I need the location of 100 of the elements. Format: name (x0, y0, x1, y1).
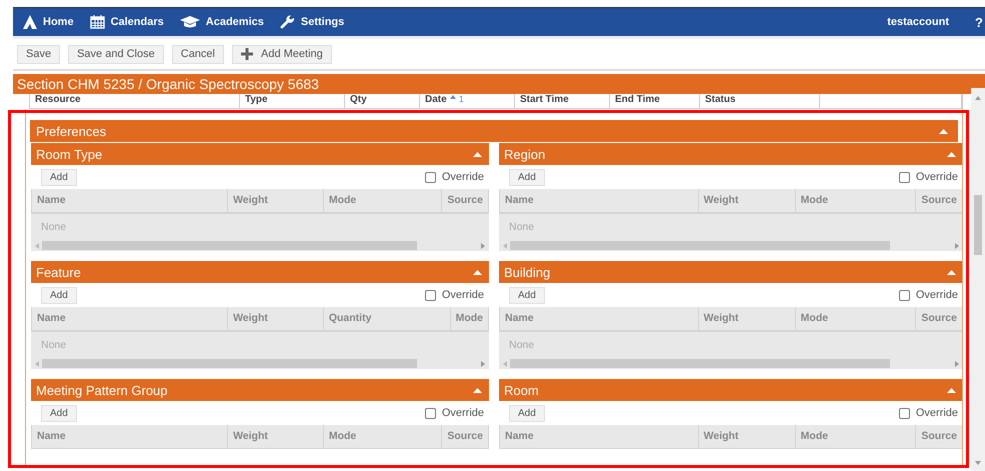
column-header[interactable]: Name (500, 425, 699, 448)
column-header[interactable]: Type (245, 94, 268, 105)
column-header[interactable]: Weight (698, 307, 796, 330)
column-header[interactable]: Weight (228, 425, 324, 448)
column-header[interactable]: Start Time (520, 94, 569, 105)
arrow-right-icon[interactable] (955, 360, 959, 366)
column-header[interactable]: Weight (698, 189, 796, 212)
arrow-right-icon[interactable] (955, 242, 959, 248)
column-header[interactable]: Source (442, 425, 488, 448)
help-button[interactable]: ? (975, 14, 985, 30)
column-header[interactable]: Source (916, 189, 962, 212)
add-button[interactable]: Add (509, 404, 545, 422)
empty-message: None (41, 339, 66, 351)
override-label: Override (916, 171, 958, 183)
panel-title: Region (504, 146, 546, 162)
column-header[interactable]: Weight (698, 425, 796, 448)
column-header[interactable]: Name (500, 189, 699, 212)
caret-icon[interactable] (473, 152, 482, 156)
arrow-down-icon[interactable] (975, 461, 981, 465)
add-button[interactable]: Add (41, 404, 77, 422)
nav-link[interactable]: Calendars (110, 16, 164, 28)
plus-icon (241, 48, 253, 60)
arrow-right-icon[interactable] (481, 242, 485, 248)
column-header[interactable]: Resource (35, 94, 81, 105)
panel-header[interactable]: Building (499, 261, 962, 283)
scrollbar-thumb[interactable] (974, 195, 982, 255)
override-checkbox[interactable] (424, 290, 436, 300)
column-header[interactable]: Mode (796, 189, 916, 212)
caret-icon[interactable] (947, 270, 956, 274)
panel-title: Building (504, 264, 550, 280)
scrollbar-thumb[interactable] (510, 241, 890, 250)
column-header[interactable]: Source (442, 189, 488, 212)
override-checkbox[interactable] (898, 172, 910, 182)
column-header[interactable]: Name (500, 307, 699, 330)
override-checkbox[interactable] (424, 172, 436, 182)
empty-message: None (509, 339, 534, 351)
add-button[interactable]: Add (509, 286, 545, 304)
column-header[interactable]: Date (425, 94, 447, 105)
section-heading: Preferences (36, 124, 106, 138)
section-header[interactable]: Preferences (30, 120, 958, 142)
arrow-left-icon[interactable] (503, 242, 507, 248)
arrow-left-icon[interactable] (503, 360, 507, 366)
column-header[interactable]: Quantity (324, 307, 451, 330)
panel-title: Feature (36, 264, 81, 280)
toolbar-button[interactable]: Save and Close (68, 44, 164, 64)
empty-message: None (509, 221, 534, 233)
caret-icon[interactable] (947, 152, 956, 156)
column-header[interactable]: Qty (350, 94, 367, 105)
nav-link[interactable]: Settings (300, 16, 344, 28)
column-header[interactable]: Name (32, 425, 228, 448)
caret-icon[interactable] (939, 128, 948, 134)
override-checkbox[interactable] (898, 408, 910, 418)
column-header[interactable]: Weight (228, 189, 324, 212)
column-header[interactable]: Mode (796, 307, 916, 330)
arrow-up-icon[interactable] (975, 96, 981, 100)
column-header[interactable]: Mode (324, 425, 442, 448)
scrollbar-thumb[interactable] (510, 359, 890, 368)
add-button[interactable]: Add (41, 168, 77, 186)
column-header[interactable]: Source (916, 307, 962, 330)
column-header[interactable]: Weight (228, 307, 324, 330)
override-label: Override (916, 289, 958, 301)
caret-icon[interactable] (947, 388, 956, 392)
caret-icon[interactable] (473, 388, 482, 392)
column-header[interactable]: Name (32, 189, 228, 212)
nav-link[interactable]: Home (43, 16, 74, 28)
override-label: Override (916, 407, 958, 419)
panel-header[interactable]: Feature (31, 261, 489, 283)
caret-icon[interactable] (473, 270, 482, 274)
user-menu[interactable]: testaccount (887, 16, 949, 28)
scrollbar-thumb[interactable] (42, 359, 417, 368)
toolbar-button[interactable]: Cancel (172, 44, 224, 64)
column-header[interactable]: Mode (450, 307, 488, 330)
add-button[interactable]: Add (509, 168, 545, 186)
panel-title: Room (504, 382, 539, 398)
override-label: Override (442, 171, 484, 183)
column-header[interactable]: Source (916, 425, 962, 448)
toolbar-button[interactable]: Add Meeting (232, 44, 332, 64)
panel-title: Meeting Pattern Group (36, 382, 168, 398)
toolbar-button[interactable]: Save (17, 44, 60, 64)
column-header[interactable]: Mode (324, 189, 442, 212)
section-title: Section CHM 5235 / Organic Spectroscopy 5683 (16, 75, 320, 94)
override-checkbox[interactable] (898, 290, 910, 300)
column-header[interactable]: Name (32, 307, 228, 330)
sort-order: 1 (458, 94, 464, 105)
arrow-left-icon[interactable] (35, 242, 39, 248)
panel-header[interactable]: Room Type (31, 143, 489, 165)
logo-icon (23, 15, 37, 29)
scrollbar-thumb[interactable] (42, 241, 417, 250)
add-button[interactable]: Add (41, 286, 77, 304)
override-checkbox[interactable] (424, 408, 436, 418)
column-header[interactable]: End Time (615, 94, 660, 105)
column-header[interactable]: Status (705, 94, 736, 105)
panel-header[interactable]: Meeting Pattern Group (31, 379, 489, 401)
column-header[interactable]: Mode (796, 425, 916, 448)
panel-header[interactable]: Room (499, 379, 962, 401)
panel-title: Room Type (36, 146, 102, 162)
nav-link[interactable]: Academics (206, 16, 264, 28)
arrow-right-icon[interactable] (481, 360, 485, 366)
panel-header[interactable]: Region (499, 143, 962, 165)
arrow-left-icon[interactable] (35, 360, 39, 366)
